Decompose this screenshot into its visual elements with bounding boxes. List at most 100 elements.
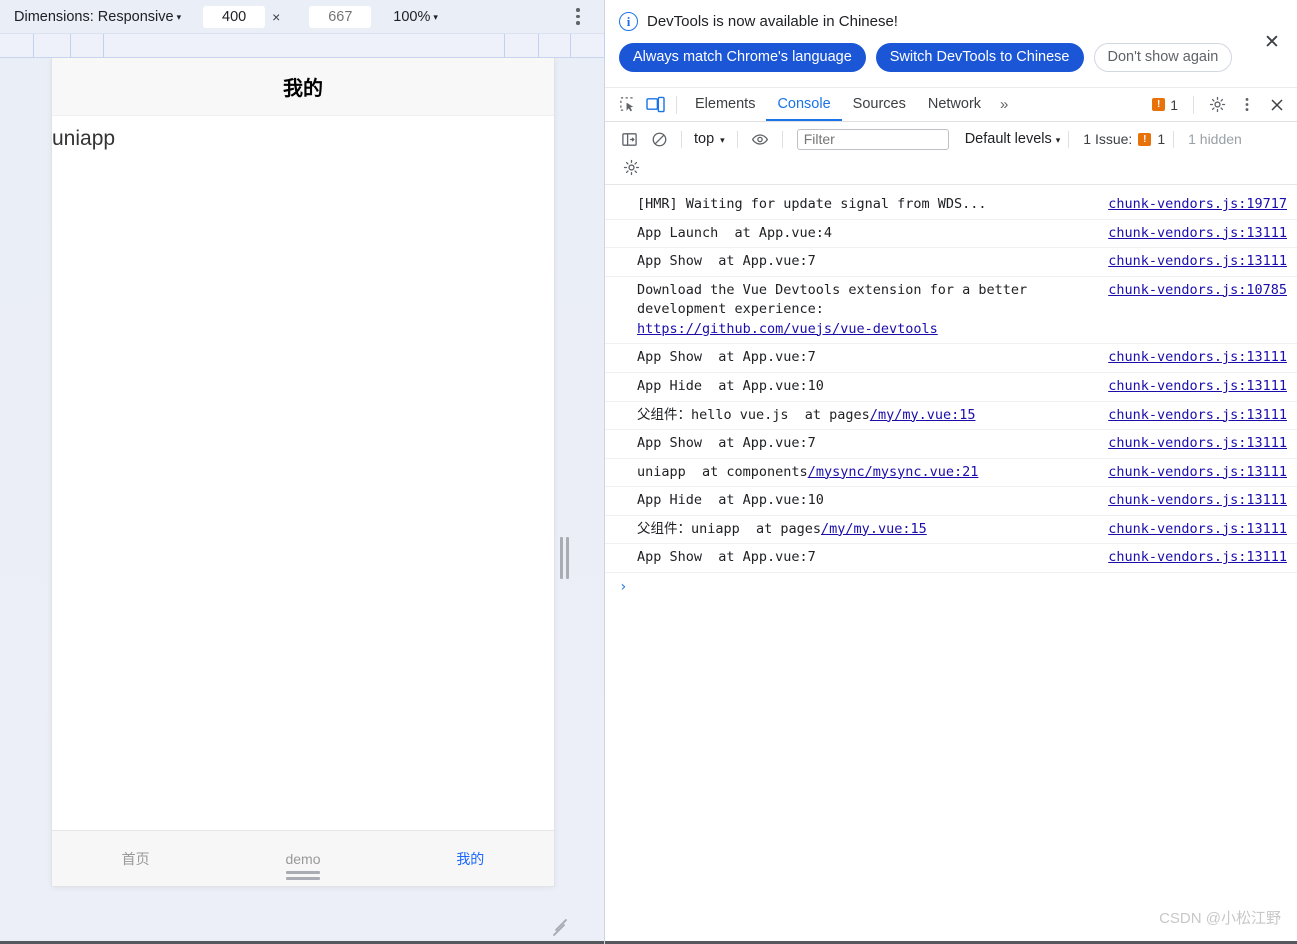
- hidden-messages-count[interactable]: 1 hidden: [1188, 131, 1242, 147]
- more-tabs-icon[interactable]: »: [992, 96, 1016, 113]
- zoom-dropdown[interactable]: 100% ▾: [393, 9, 438, 25]
- ruler-tick: [103, 34, 104, 58]
- console-message-text: App Show at App.vue:7: [637, 549, 816, 566]
- devtools-tabbar: Elements Console Sources Network » ! 1: [605, 88, 1297, 122]
- devtools-kebab-icon[interactable]: [1233, 92, 1261, 118]
- viewport-resize-handle-right[interactable]: [558, 535, 570, 581]
- console-source-link[interactable]: /mysync/mysync.vue:21: [808, 464, 979, 480]
- console-settings-gear-icon[interactable]: [617, 154, 645, 180]
- console-message-source[interactable]: chunk-vendors.js:13111: [1108, 491, 1287, 511]
- viewport-resize-handle-bottom[interactable]: [52, 871, 554, 880]
- console-message-row[interactable]: uniapp at components/mysync/mysync.vue:2…: [605, 459, 1297, 488]
- console-message-row[interactable]: App Show at App.vue:7 chunk-vendors.js:1…: [605, 344, 1297, 373]
- console-message-source[interactable]: chunk-vendors.js:13111: [1108, 377, 1287, 397]
- log-levels-dropdown[interactable]: Default levels ▾: [965, 131, 1061, 147]
- viewport-width-input[interactable]: [203, 5, 266, 28]
- console-message-row[interactable]: 父组件：hello vue.js at pages/my/my.vue:15 c…: [605, 402, 1297, 431]
- tabbar-item-home[interactable]: 首页: [52, 849, 219, 869]
- console-sidebar-toggle-icon[interactable]: [615, 126, 643, 152]
- console-message-source[interactable]: chunk-vendors.js:13111: [1108, 406, 1287, 426]
- console-message-text: Download the Vue Devtools extension for …: [637, 281, 1027, 340]
- console-message-source[interactable]: chunk-vendors.js:13111: [1108, 252, 1287, 272]
- console-message-row[interactable]: App Show at App.vue:7 chunk-vendors.js:1…: [605, 544, 1297, 573]
- console-message-row[interactable]: App Hide at App.vue:10 chunk-vendors.js:…: [605, 373, 1297, 402]
- console-message-text: 父组件：hello vue.js at pages/my/my.vue:15: [637, 406, 975, 426]
- console-message-row[interactable]: Download the Vue Devtools extension for …: [605, 277, 1297, 345]
- gear-icon[interactable]: [1203, 92, 1231, 118]
- dimensions-dropdown[interactable]: Dimensions: Responsive ▾: [14, 9, 181, 25]
- console-filter-input[interactable]: [796, 128, 949, 150]
- emulated-viewport: 我的 uniapp 首页 demo 我的: [52, 58, 554, 886]
- console-message-source[interactable]: chunk-vendors.js:19717: [1108, 195, 1287, 215]
- close-icon[interactable]: ✕: [1261, 32, 1283, 54]
- vue-devtools-link[interactable]: https://github.com/vuejs/vue-devtools: [637, 321, 938, 337]
- console-message-row[interactable]: App Show at App.vue:7 chunk-vendors.js:1…: [605, 248, 1297, 277]
- tab-sources[interactable]: Sources: [842, 88, 917, 121]
- ruler-tick: [538, 34, 539, 58]
- always-match-language-button[interactable]: Always match Chrome's language: [619, 43, 866, 72]
- console-message-source[interactable]: chunk-vendors.js:13111: [1108, 348, 1287, 368]
- console-message-row[interactable]: 父组件：uniapp at pages/my/my.vue:15 chunk-v…: [605, 516, 1297, 545]
- resize-bar-icon: [559, 537, 563, 579]
- devtools-panel: i DevTools is now available in Chinese! …: [605, 0, 1297, 944]
- console-message-row[interactable]: App Hide at App.vue:10 chunk-vendors.js:…: [605, 487, 1297, 516]
- device-more-options-button[interactable]: [570, 8, 586, 26]
- dimensions-label: Dimensions: Responsive: [14, 8, 174, 25]
- console-message-text: App Show at App.vue:7: [637, 435, 816, 452]
- console-toolbar: top ▾ Default levels ▾: [605, 122, 1297, 185]
- tabbar-item-label: 我的: [456, 850, 485, 867]
- console-message-list[interactable]: [HMR] Waiting for update signal from WDS…: [605, 185, 1297, 944]
- execution-context-dropdown[interactable]: top ▾: [690, 131, 729, 147]
- viewport-resize-handle-corner[interactable]: [550, 918, 568, 937]
- ruler-tick: [70, 34, 71, 58]
- kebab-dot-icon: [576, 14, 580, 19]
- console-message-body: 父组件：uniapp at pages: [637, 520, 822, 537]
- devtools-close-icon[interactable]: [1263, 92, 1291, 118]
- resize-corner-line-icon: [554, 918, 568, 932]
- console-source-link[interactable]: /my/my.vue:15: [870, 407, 976, 423]
- console-prompt[interactable]: ›: [605, 573, 1297, 601]
- console-message-text: [HMR] Waiting for update signal from WDS…: [637, 196, 987, 212]
- console-message-source[interactable]: chunk-vendors.js:13111: [1108, 434, 1287, 454]
- tabbar-item-demo[interactable]: demo: [219, 851, 386, 867]
- dont-show-again-button[interactable]: Don't show again: [1093, 43, 1233, 72]
- ruler-tick: [570, 34, 571, 58]
- issues-indicator[interactable]: 1 Issue: ! 1: [1083, 131, 1165, 147]
- log-levels-label: Default levels: [964, 131, 1052, 147]
- console-message-row[interactable]: App Show at App.vue:7 chunk-vendors.js:1…: [605, 430, 1297, 459]
- tab-elements[interactable]: Elements: [684, 88, 766, 121]
- chevron-down-icon: ▾: [176, 12, 182, 22]
- console-toolbar-row-1: top ▾ Default levels ▾: [615, 126, 1291, 152]
- resize-bar-icon: [286, 877, 320, 880]
- console-source-link[interactable]: /my/my.vue:15: [821, 521, 927, 537]
- error-count-badge[interactable]: ! 1: [1146, 97, 1184, 113]
- console-message-source[interactable]: chunk-vendors.js:13111: [1108, 463, 1287, 483]
- prompt-arrow-icon: ›: [619, 578, 628, 595]
- toolbar-divider: [736, 130, 738, 148]
- console-message-row[interactable]: [HMR] Waiting for update signal from WDS…: [605, 191, 1297, 220]
- zoom-value: 100%: [393, 8, 431, 25]
- clear-console-icon[interactable]: [645, 126, 673, 152]
- live-expression-eye-icon[interactable]: [746, 126, 774, 152]
- viewport-height-input[interactable]: [309, 5, 372, 28]
- console-message-source[interactable]: chunk-vendors.js:13111: [1108, 520, 1287, 540]
- kebab-dot-icon: [576, 21, 580, 25]
- ruler-tick: [33, 34, 34, 58]
- switch-to-chinese-button[interactable]: Switch DevTools to Chinese: [875, 43, 1084, 72]
- inspect-element-icon[interactable]: [613, 92, 641, 118]
- dimension-separator: ×: [272, 8, 281, 25]
- console-message-source[interactable]: chunk-vendors.js:10785: [1108, 281, 1287, 301]
- ruler-tick: [504, 34, 505, 58]
- tab-console[interactable]: Console: [766, 88, 841, 121]
- browser-window: Dimensions: Responsive ▾ × 100% ▾: [0, 0, 1297, 944]
- toolbar-divider: [1193, 95, 1194, 114]
- info-icon: i: [619, 12, 638, 31]
- console-message-row[interactable]: App Launch at App.vue:4 chunk-vendors.js…: [605, 220, 1297, 249]
- devtools-language-infobar: i DevTools is now available in Chinese! …: [605, 0, 1297, 88]
- console-toolbar-row-2: [615, 154, 1291, 180]
- console-message-source[interactable]: chunk-vendors.js:13111: [1108, 224, 1287, 244]
- tabbar-item-mine[interactable]: 我的: [387, 849, 554, 869]
- device-toolbar-toggle-icon[interactable]: [641, 92, 669, 118]
- console-message-source[interactable]: chunk-vendors.js:13111: [1108, 548, 1287, 568]
- tab-network[interactable]: Network: [917, 88, 992, 121]
